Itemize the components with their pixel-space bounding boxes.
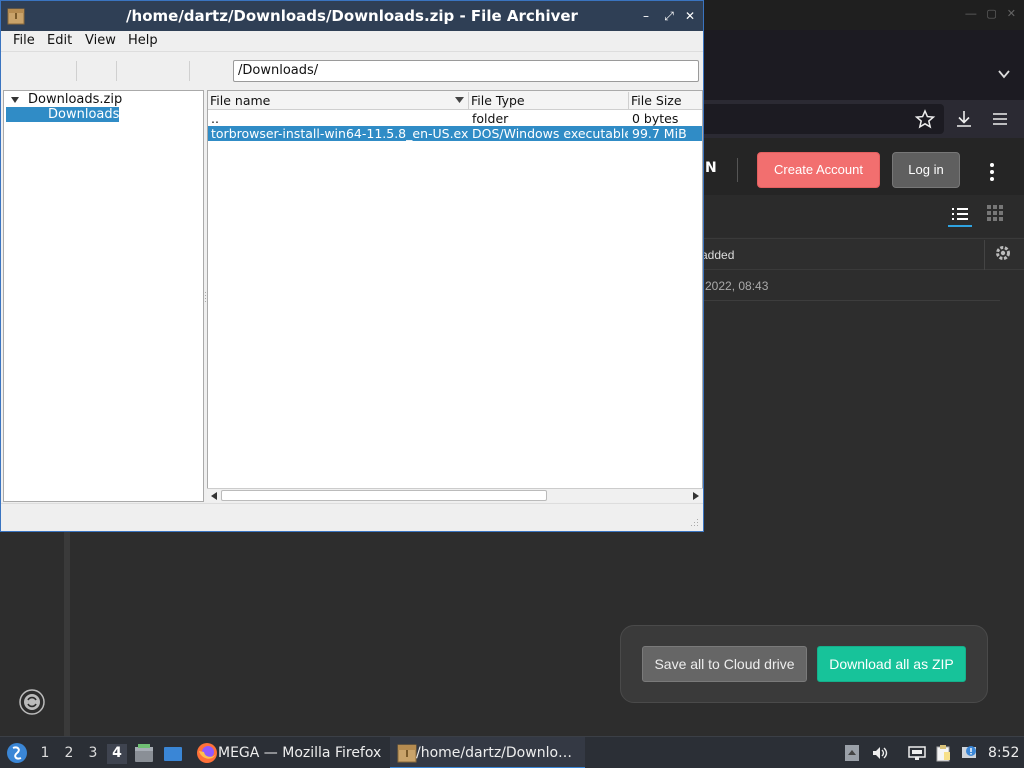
cell-file-name: .. xyxy=(211,111,219,126)
cell-file-type: DOS/Windows executable xyxy=(472,126,628,141)
firefox-window-controls: ― ▢ ✕ xyxy=(965,7,1016,20)
file-list-header: File name File Type File Size xyxy=(208,91,702,110)
taskbar: 1 2 3 4 MEGA — Mozilla Firefox /home/dar… xyxy=(0,736,1024,768)
sync-icon[interactable] xyxy=(18,688,46,716)
update-notifier-icon[interactable] xyxy=(961,744,979,762)
maximize-icon[interactable]: ⤢ xyxy=(660,7,678,25)
archiver-titlebar[interactable]: /home/dartz/Downloads/Downloads.zip - Fi… xyxy=(1,1,703,31)
downloads-icon[interactable] xyxy=(953,108,975,130)
scroll-right-arrow-icon[interactable] xyxy=(693,492,699,500)
file-row-date: 2022, 08:43 xyxy=(705,279,769,293)
window-title: /home/dartz/Downloads/Downloads.zip - Fi… xyxy=(126,7,578,25)
start-menu-icon[interactable] xyxy=(6,742,28,764)
location-field[interactable]: /Downloads/ xyxy=(233,60,699,82)
more-options-icon[interactable] xyxy=(986,162,998,182)
column-added-header[interactable]: added xyxy=(701,248,734,262)
bookmark-star-icon[interactable] xyxy=(914,108,936,130)
download-zip-button[interactable]: Download all as ZIP xyxy=(817,646,966,682)
list-view-icon[interactable] xyxy=(948,203,972,227)
menu-edit[interactable]: Edit xyxy=(47,33,72,48)
grid-view-icon[interactable] xyxy=(986,204,1004,222)
column-separator[interactable] xyxy=(628,92,629,109)
tree-item-root[interactable]: Downloads.zip xyxy=(28,92,122,107)
task-label: MEGA — Mozilla Firefox xyxy=(218,745,382,761)
menubar: File Edit View Help xyxy=(1,31,703,51)
network-icon[interactable] xyxy=(908,744,926,762)
horizontal-scrollbar[interactable] xyxy=(207,488,703,502)
firefox-icon xyxy=(197,743,217,763)
tray-expand-icon[interactable] xyxy=(843,744,861,762)
tab-list-chevron-icon[interactable] xyxy=(996,66,1012,82)
save-to-cloud-button[interactable]: Save all to Cloud drive xyxy=(642,646,807,682)
minimize-icon[interactable]: – xyxy=(637,7,655,25)
menu-help[interactable]: Help xyxy=(128,33,158,48)
hamburger-menu-icon[interactable] xyxy=(989,108,1011,130)
list-view-active-indicator xyxy=(948,225,972,227)
sort-descending-icon xyxy=(455,97,464,103)
cell-file-name: torbrowser-install-win64-11.5.8_en-US.ex… xyxy=(211,126,468,141)
close-icon[interactable]: ✕ xyxy=(681,7,699,25)
workspace-4[interactable]: 4 xyxy=(107,744,127,764)
clipboard-icon[interactable] xyxy=(934,744,952,762)
cell-file-size: 0 bytes xyxy=(632,111,679,126)
url-bar[interactable] xyxy=(700,104,944,134)
archive-icon xyxy=(397,744,417,763)
minimize-icon[interactable]: ― xyxy=(965,7,976,20)
folder-tree: Downloads.zip Downloads xyxy=(3,90,204,502)
workspace-2[interactable]: 2 xyxy=(59,744,79,764)
file-list-header xyxy=(700,238,1024,270)
tree-item-downloads[interactable]: Downloads xyxy=(6,107,119,122)
cell-file-type: folder xyxy=(472,111,509,126)
workspace-3[interactable]: 3 xyxy=(83,744,103,764)
file-list: File name File Type File Size .. folder … xyxy=(207,90,703,502)
toolbar-separator xyxy=(189,61,190,81)
file-row-divider xyxy=(700,300,1000,301)
gear-icon[interactable] xyxy=(994,244,1012,262)
file-archiver-window: /home/dartz/Downloads/Downloads.zip - Fi… xyxy=(0,0,704,532)
scroll-left-arrow-icon[interactable] xyxy=(211,492,217,500)
sidebar-edge xyxy=(64,530,70,736)
table-row-selected[interactable]: torbrowser-install-win64-11.5.8_en-US.ex… xyxy=(208,126,702,141)
toolbar-separator xyxy=(116,61,117,81)
column-file-name[interactable]: File name xyxy=(210,93,270,108)
clock[interactable]: 8:52 xyxy=(988,737,1019,768)
tree-expand-arrow-icon[interactable] xyxy=(11,97,19,103)
file-manager-icon[interactable] xyxy=(133,743,155,765)
toolbar-separator xyxy=(76,61,77,81)
column-separator[interactable] xyxy=(468,92,469,109)
view-toolbar xyxy=(700,195,1024,237)
menu-file[interactable]: File xyxy=(13,33,35,48)
column-file-size[interactable]: File Size xyxy=(631,93,682,108)
column-file-type[interactable]: File Type xyxy=(471,93,525,108)
taskbar-task-archiver[interactable]: /home/dartz/Downlo… xyxy=(390,737,585,768)
column-separator xyxy=(984,240,985,270)
show-desktop-icon[interactable] xyxy=(162,743,184,765)
table-row[interactable]: .. folder 0 bytes xyxy=(208,111,702,126)
resize-grip-icon[interactable] xyxy=(689,517,699,527)
scrollbar-thumb[interactable] xyxy=(221,490,547,501)
mega-brand-fragment: N xyxy=(705,160,717,176)
close-icon[interactable]: ✕ xyxy=(1007,7,1016,20)
create-account-button[interactable]: Create Account xyxy=(757,152,880,188)
statusbar xyxy=(1,503,703,531)
log-in-button[interactable]: Log in xyxy=(892,152,960,188)
volume-icon[interactable] xyxy=(871,744,889,762)
taskbar-task-firefox[interactable]: MEGA — Mozilla Firefox xyxy=(190,737,390,768)
header-divider xyxy=(737,158,738,182)
menu-view[interactable]: View xyxy=(85,33,116,48)
cell-file-size: 99.7 MiB xyxy=(632,126,687,141)
maximize-icon[interactable]: ▢ xyxy=(986,7,996,20)
task-label: /home/dartz/Downlo… xyxy=(416,745,573,761)
workspace-1[interactable]: 1 xyxy=(35,744,55,764)
